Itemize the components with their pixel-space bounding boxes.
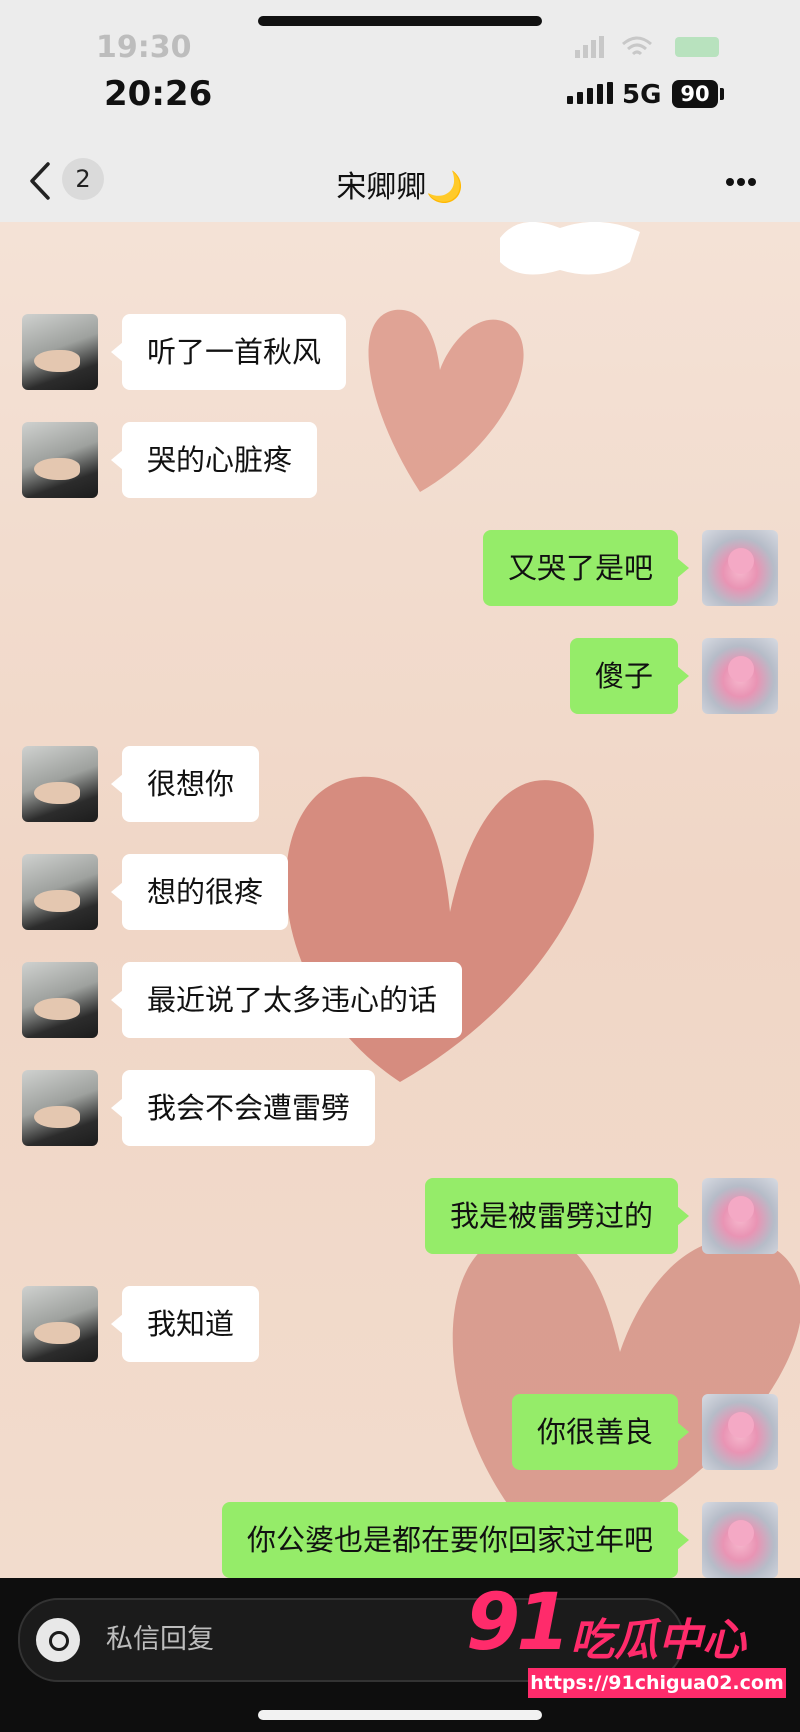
home-indicator bbox=[258, 16, 542, 26]
contact-avatar[interactable] bbox=[22, 854, 98, 930]
message-bubble[interactable]: 你很善良 bbox=[511, 1394, 690, 1470]
my-avatar[interactable] bbox=[702, 1394, 778, 1470]
contact-avatar[interactable] bbox=[22, 1070, 98, 1146]
contact-avatar[interactable] bbox=[22, 746, 98, 822]
message-row: 我会不会遭雷劈 bbox=[0, 1070, 800, 1146]
message-row: 我知道 bbox=[0, 1286, 800, 1362]
battery-level: 90 bbox=[672, 80, 718, 108]
message-row: 你公婆也是都在要你回家过年吧 bbox=[0, 1502, 800, 1578]
ghost-status-time: 19:30 bbox=[96, 30, 192, 65]
reply-input[interactable]: 私信回复 bbox=[106, 1600, 214, 1680]
top-bar: 19:30 20:26 5G 90 2 宋卿卿🌙 bbox=[0, 0, 800, 222]
watermark-logo: 91 吃瓜中心 https://91chigua02.com bbox=[466, 1578, 786, 1698]
message-row: 想的很疼 bbox=[0, 854, 800, 930]
signal-icon bbox=[567, 82, 613, 104]
watermark-number: 91 bbox=[466, 1578, 571, 1668]
my-avatar[interactable] bbox=[702, 530, 778, 606]
message-row: 很想你 bbox=[0, 746, 800, 822]
my-avatar[interactable] bbox=[702, 1178, 778, 1254]
home-indicator-bottom bbox=[258, 1710, 542, 1720]
message-row: 最近说了太多违心的话 bbox=[0, 962, 800, 1038]
battery-tip bbox=[720, 88, 724, 100]
contact-avatar[interactable] bbox=[22, 422, 98, 498]
contact-avatar[interactable] bbox=[22, 314, 98, 390]
message-bubble[interactable]: 很想你 bbox=[110, 746, 260, 822]
message-row: 听了一首秋风 bbox=[0, 314, 800, 390]
my-avatar[interactable] bbox=[702, 1502, 778, 1578]
camera-icon[interactable] bbox=[36, 1618, 80, 1662]
contact-avatar[interactable] bbox=[22, 1286, 98, 1362]
message-bubble[interactable]: 我会不会遭雷劈 bbox=[110, 1070, 376, 1146]
message-row: 傻子 bbox=[0, 638, 800, 714]
message-bubble[interactable]: 哭的心脏疼 bbox=[110, 422, 318, 498]
message-bubble[interactable]: 我是被雷劈过的 bbox=[424, 1178, 690, 1254]
my-avatar[interactable] bbox=[702, 638, 778, 714]
watermark-url: https://91chigua02.com bbox=[528, 1668, 786, 1698]
more-options-icon[interactable] bbox=[726, 170, 770, 194]
contact-name: 宋卿卿 bbox=[336, 170, 427, 205]
moon-emoji: 🌙 bbox=[426, 170, 464, 205]
message-row: 我是被雷劈过的 bbox=[0, 1178, 800, 1254]
ghost-status-icons bbox=[575, 36, 719, 58]
message-bubble[interactable]: 傻子 bbox=[569, 638, 690, 714]
message-row: 你很善良 bbox=[0, 1394, 800, 1470]
message-bubble[interactable]: 我知道 bbox=[110, 1286, 260, 1362]
message-row: 哭的心脏疼 bbox=[0, 422, 800, 498]
message-bubble[interactable]: 你公婆也是都在要你回家过年吧 bbox=[221, 1502, 690, 1578]
network-type: 5G bbox=[622, 80, 662, 110]
chat-title[interactable]: 宋卿卿🌙 bbox=[0, 162, 800, 206]
message-row: 又哭了是吧 bbox=[0, 530, 800, 606]
watermark-name: 吃瓜中心 bbox=[570, 1615, 746, 1666]
contact-avatar[interactable] bbox=[22, 962, 98, 1038]
message-bubble[interactable]: 想的很疼 bbox=[110, 854, 289, 930]
message-bubble[interactable]: 听了一首秋风 bbox=[110, 314, 347, 390]
message-bubble[interactable]: 又哭了是吧 bbox=[482, 530, 690, 606]
status-time: 20:26 bbox=[104, 74, 213, 114]
message-bubble[interactable]: 最近说了太多违心的话 bbox=[110, 962, 463, 1038]
